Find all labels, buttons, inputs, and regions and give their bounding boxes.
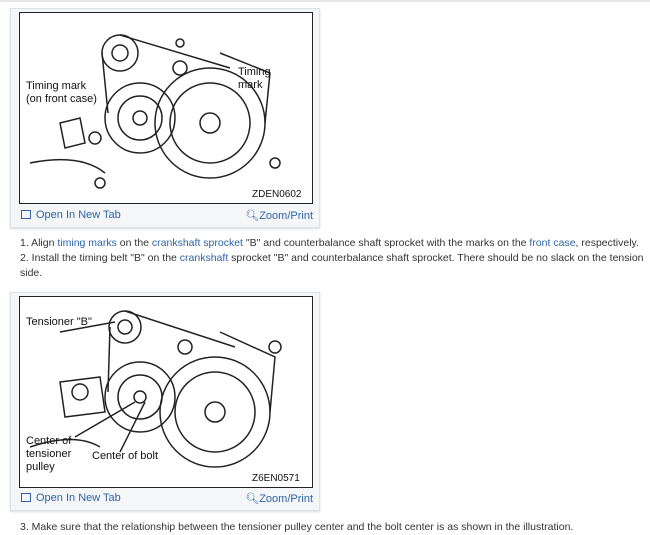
open-in-new-tab-link[interactable]: Open In New Tab xyxy=(21,492,121,504)
timing-diagram-2: Tensioner "B" Center of tensioner pulley… xyxy=(19,296,313,488)
step-1: 1. Align timing marks on the crankshaft … xyxy=(20,237,639,249)
zoom-print-link[interactable]: 🔍︎Zoom/Print xyxy=(245,492,313,505)
zoom-label: Zoom/Print xyxy=(259,210,313,222)
label-timing-mark-front: Timing mark xyxy=(26,80,87,92)
figure-card-2: Tensioner "B" Center of tensioner pulley… xyxy=(10,292,320,511)
label-on-front-case: (on front case) xyxy=(26,93,97,105)
figure-card-1: Timing mark (on front case) Timing mark … xyxy=(10,8,320,228)
magnifier-icon: 🔍︎ xyxy=(245,210,260,222)
steps-1-2: 1. Align timing marks on the crankshaft … xyxy=(20,236,650,281)
link-front-case[interactable]: front case xyxy=(529,237,575,249)
link-timing-marks[interactable]: timing marks xyxy=(57,237,117,249)
timing-diagram-1: Timing mark (on front case) Timing mark … xyxy=(19,12,313,204)
new-tab-icon xyxy=(21,210,31,219)
figure-code: ZDEN0602 xyxy=(252,189,302,200)
link-crankshaft-sprocket[interactable]: crankshaft sprocket xyxy=(152,237,243,249)
new-tab-icon xyxy=(21,493,31,502)
figure-footer: Open In New Tab 🔍︎Zoom/Print xyxy=(11,205,319,227)
zoom-label: Zoom/Print xyxy=(259,493,313,505)
figure-code: Z6EN0571 xyxy=(252,473,300,484)
magnifier-icon: 🔍︎ xyxy=(245,493,260,505)
label-pulley: pulley xyxy=(26,461,55,473)
label-mark: mark xyxy=(238,79,263,91)
label-tensioner: tensioner xyxy=(26,448,72,460)
label-center-of: Center of xyxy=(26,435,72,447)
step-2: 2. Install the timing belt "B" on the cr… xyxy=(20,252,644,279)
label-tensioner-b: Tensioner "B" xyxy=(26,316,92,328)
open-label: Open In New Tab xyxy=(36,209,121,221)
top-divider xyxy=(0,0,650,2)
zoom-print-link[interactable]: 🔍︎Zoom/Print xyxy=(245,209,313,222)
label-timing: Timing xyxy=(238,66,271,78)
open-label: Open In New Tab xyxy=(36,492,121,504)
link-crankshaft[interactable]: crankshaft xyxy=(180,252,228,264)
label-center-of-bolt: Center of bolt xyxy=(92,450,158,462)
open-in-new-tab-link[interactable]: Open In New Tab xyxy=(21,209,121,221)
figure-footer: Open In New Tab 🔍︎Zoom/Print xyxy=(11,488,319,510)
